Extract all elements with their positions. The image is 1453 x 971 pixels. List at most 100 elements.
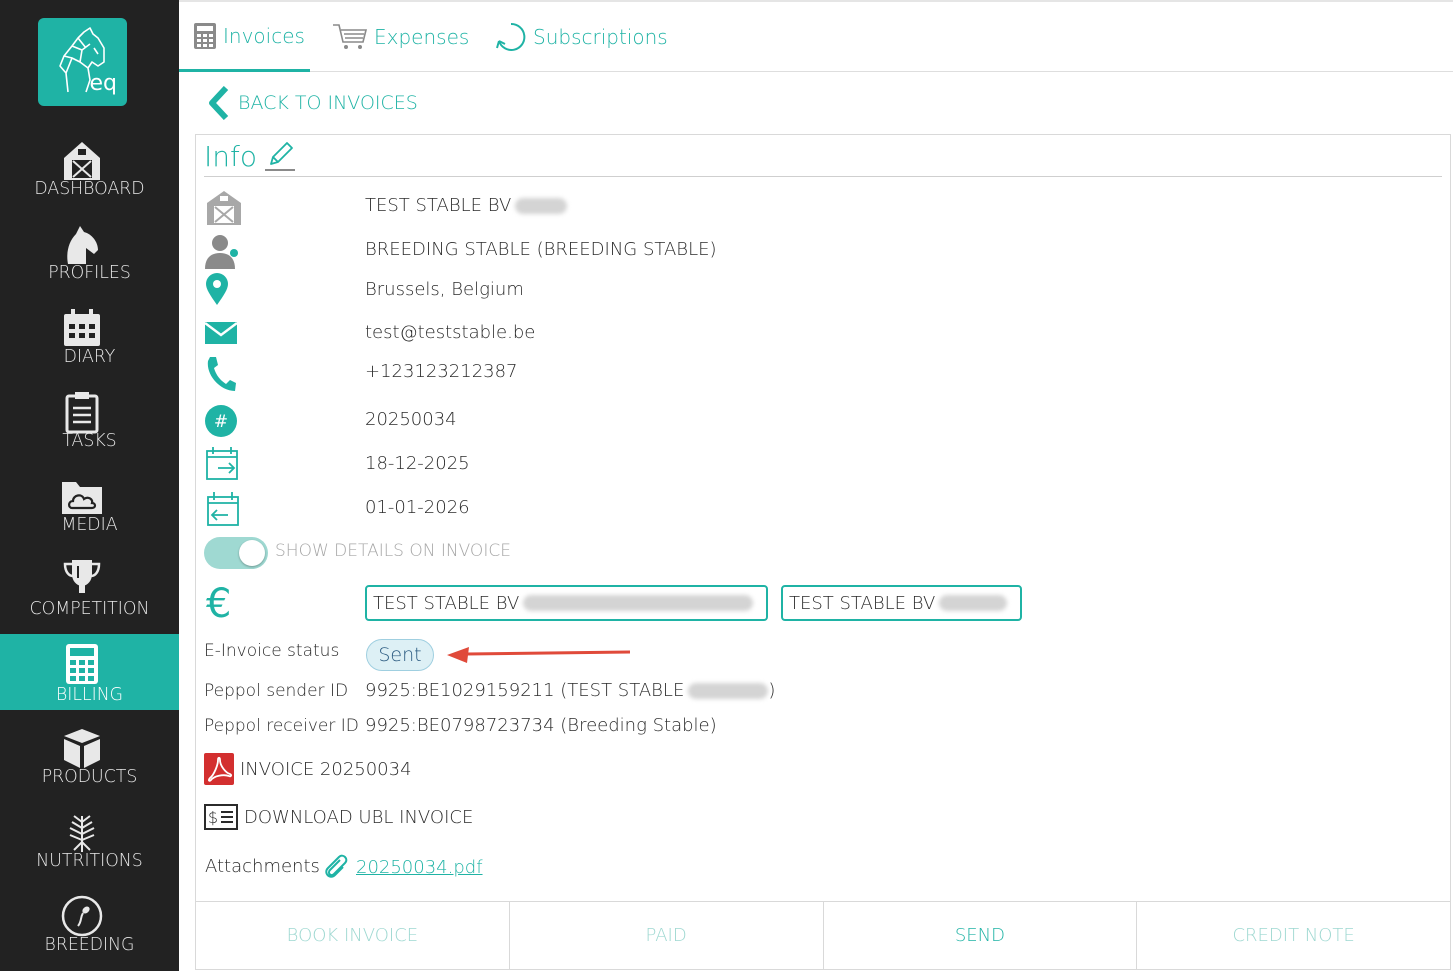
- phone-row: +123123212387: [204, 353, 1442, 393]
- sidebar-item-label: COMPETITION: [29, 598, 150, 619]
- cart-icon: [333, 24, 368, 49]
- sidebar: eq DASHBOARD PROFILES DIARY TASKS MEDIA …: [0, 0, 179, 971]
- barn-icon: [64, 142, 100, 180]
- attachments-label: Attachments: [205, 856, 320, 877]
- cloud-folder-icon: [62, 482, 102, 514]
- refresh-icon: [496, 22, 526, 51]
- phone-icon: [207, 357, 236, 391]
- sidebar-item-label: BREEDING: [44, 934, 135, 955]
- phone-text: +123123212387: [365, 361, 518, 382]
- show-details-toggle[interactable]: [204, 537, 268, 569]
- tab-label: Expenses: [374, 25, 470, 49]
- email-row: test@teststable.be: [204, 314, 1442, 354]
- sidebar-item-tasks[interactable]: TASKS: [0, 388, 179, 464]
- sidebar-item-label: PRODUCTS: [41, 766, 138, 787]
- show-details-label: SHOW DETAILS ON INVOICE: [275, 541, 511, 561]
- sidebar-item-nutritions[interactable]: NUTRITIONS: [0, 808, 179, 884]
- peppol-sender-label: Peppol sender ID: [204, 681, 349, 701]
- sidebar-item-billing[interactable]: BILLING: [0, 634, 179, 710]
- peppol-receiver-label: Peppol receiver ID: [204, 716, 359, 736]
- trophy-icon: [63, 560, 101, 593]
- calculator-icon: [194, 22, 216, 49]
- einvoice-status-label: E-Invoice status: [204, 641, 340, 661]
- ubl-link-label: DOWNLOAD UBL INVOICE: [244, 806, 474, 828]
- paid-button[interactable]: PAID: [508, 902, 823, 969]
- title-divider: [204, 176, 1442, 177]
- calendar-icon: [64, 309, 100, 346]
- calendar-arrow-left-icon: [207, 492, 239, 526]
- tab-label: Invoices: [223, 23, 305, 48]
- app-logo[interactable]: eq: [38, 18, 127, 106]
- logo-text: eq: [89, 71, 118, 96]
- stable-name: TEST STABLE BV: [365, 195, 568, 216]
- invoice-number: 20250034: [365, 409, 457, 430]
- wheat-icon: [69, 815, 95, 852]
- invoice-info-card: Info TEST STABLE BV BREEDING STABLE (BRE…: [195, 134, 1451, 970]
- pencil-icon: [265, 142, 295, 171]
- download-ubl-link[interactable]: $ DOWNLOAD UBL INVOICE: [204, 801, 473, 833]
- map-pin-icon: [206, 273, 228, 305]
- sperm-icon: [61, 895, 103, 937]
- invoice-pdf-link[interactable]: INVOICE 20250034: [204, 753, 412, 785]
- sidebar-item-label: TASKS: [62, 430, 117, 451]
- credit-note-button[interactable]: CREDIT NOTE: [1136, 902, 1450, 969]
- due-date: 01-01-2026: [365, 497, 470, 518]
- back-to-invoices-link[interactable]: BACK TO INVOICES: [206, 86, 418, 120]
- invoice-date: 18-12-2025: [365, 453, 470, 474]
- bank-account-button-2[interactable]: TEST STABLE BV: [781, 585, 1022, 621]
- location-text: Brussels, Belgium: [365, 279, 524, 300]
- edit-button[interactable]: [263, 140, 297, 172]
- customer-row: BREEDING STABLE (BREEDING STABLE): [204, 231, 1442, 271]
- sidebar-item-dashboard[interactable]: DASHBOARD: [0, 136, 179, 212]
- location-row: Brussels, Belgium: [204, 271, 1442, 311]
- euro-icon: €: [206, 581, 232, 627]
- card-title: Info: [204, 139, 257, 173]
- sidebar-item-diary[interactable]: DIARY: [0, 304, 179, 380]
- svg-text:$: $: [208, 808, 218, 827]
- envelope-icon: [204, 322, 238, 344]
- send-button[interactable]: SEND: [822, 902, 1137, 969]
- back-link-label: BACK TO INVOICES: [238, 92, 418, 114]
- top-tabs: Invoices Expenses Subscriptions: [179, 0, 1453, 72]
- bank-account-button-1[interactable]: TEST STABLE BV: [365, 585, 768, 621]
- calendar-arrow-right-icon: [206, 447, 238, 480]
- invoice-date-row: 18-12-2025: [204, 445, 1442, 485]
- tab-subscriptions[interactable]: Subscriptions: [495, 2, 668, 72]
- peppol-sender-value: 9925:BE1029159211 (TEST STABLE): [365, 680, 776, 701]
- customer-name: BREEDING STABLE (BREEDING STABLE): [365, 239, 717, 260]
- due-date-row: 01-01-2026: [204, 489, 1442, 529]
- tab-expenses[interactable]: Expenses: [332, 2, 469, 72]
- tab-invoices[interactable]: Invoices: [179, 2, 310, 72]
- email-text: test@teststable.be: [365, 322, 536, 343]
- pdf-icon: [204, 753, 234, 785]
- barn-icon: [207, 191, 241, 225]
- stable-row: TEST STABLE BV: [204, 187, 1442, 227]
- chevron-left-icon: [209, 86, 229, 120]
- sidebar-item-competition[interactable]: COMPETITION: [0, 556, 179, 632]
- user-icon: [205, 235, 238, 269]
- calculator-icon: [66, 644, 98, 684]
- clipboard-icon: [65, 392, 99, 434]
- sidebar-item-label: NUTRITIONS: [36, 850, 143, 871]
- sidebar-item-label: DASHBOARD: [34, 178, 145, 199]
- svg-text:#: #: [214, 412, 228, 432]
- pdf-link-label: INVOICE 20250034: [240, 758, 412, 780]
- sidebar-item-profiles[interactable]: PROFILES: [0, 220, 179, 296]
- status-badge: Sent: [366, 639, 434, 671]
- attachment-file-link[interactable]: 20250034.pdf: [322, 853, 483, 881]
- sidebar-item-label: BILLING: [55, 684, 124, 705]
- invoice-number-row: # 20250034: [204, 401, 1442, 441]
- tab-label: Subscriptions: [533, 25, 668, 49]
- paperclip-icon: [325, 854, 348, 878]
- sidebar-item-breeding[interactable]: BREEDING: [0, 892, 179, 968]
- box-icon: [64, 729, 100, 768]
- action-bar: BOOK INVOICE PAID SEND CREDIT NOTE: [196, 901, 1450, 969]
- sidebar-item-label: MEDIA: [61, 514, 118, 535]
- bill-icon: $: [204, 804, 238, 830]
- sidebar-item-products[interactable]: PRODUCTS: [0, 724, 179, 800]
- attachment-file-name: 20250034.pdf: [356, 856, 483, 878]
- sidebar-item-media[interactable]: MEDIA: [0, 472, 179, 548]
- book-invoice-button[interactable]: BOOK INVOICE: [196, 902, 509, 969]
- horse-head-icon: [67, 226, 98, 264]
- sidebar-item-label: DIARY: [63, 346, 116, 367]
